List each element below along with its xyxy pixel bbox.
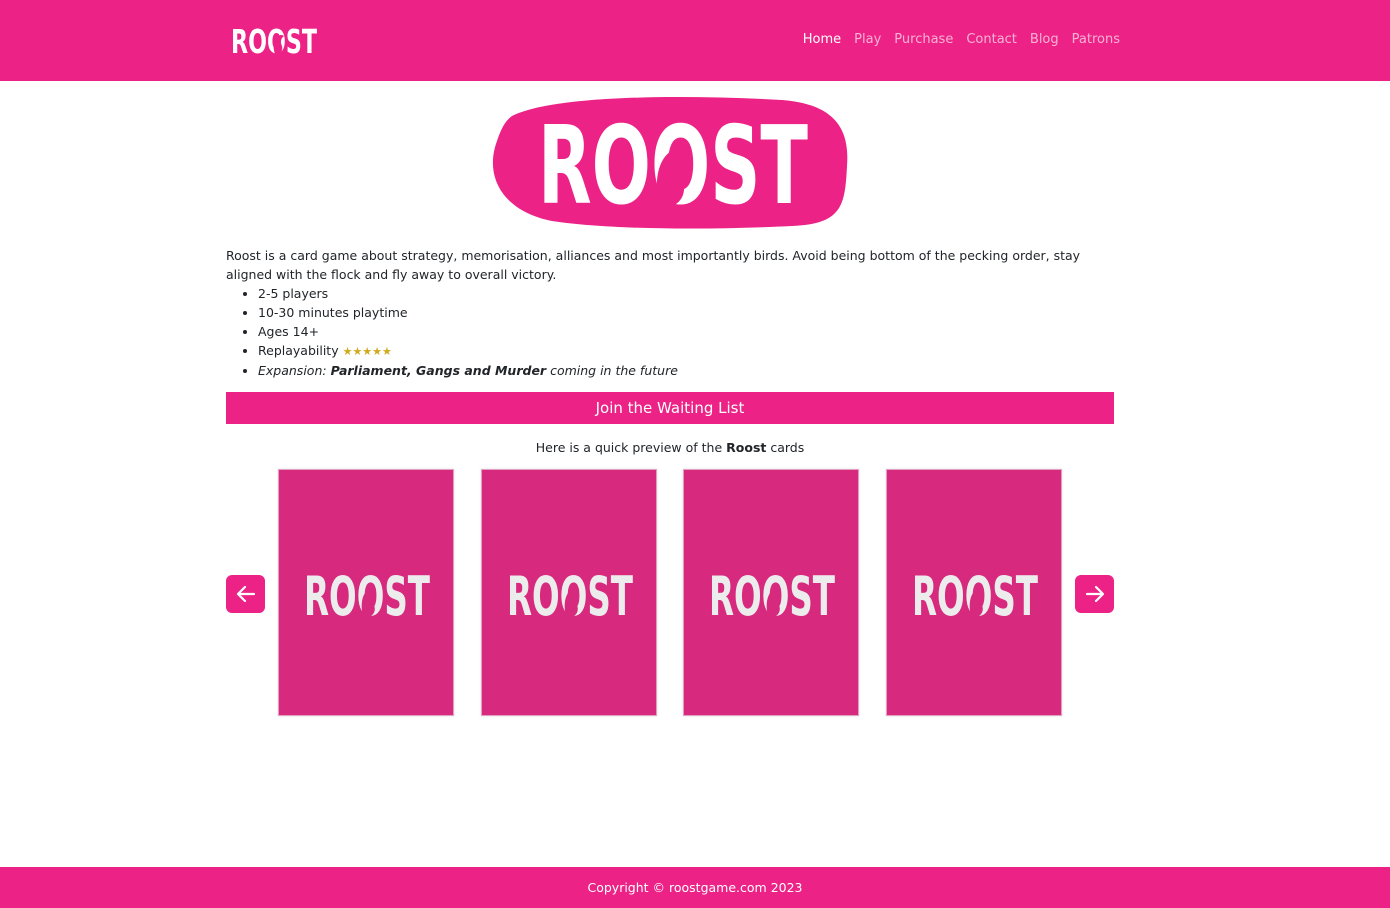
footer: Copyright © roostgame.com 2023 [0, 867, 1390, 908]
card-preview[interactable]: ROOST [481, 469, 657, 716]
feature-expansion: Expansion: Parliament, Gangs and Murder … [258, 361, 1114, 380]
feature-playtime: 10-30 minutes playtime [258, 303, 1114, 322]
feature-ages: Ages 14+ [258, 322, 1114, 341]
copyright-text: Copyright © roostgame.com 2023 [587, 880, 803, 895]
card-preview[interactable]: ROOST [886, 469, 1062, 716]
preview-suffix: cards [770, 440, 805, 455]
card-logo-icon: ROOST [507, 565, 633, 628]
feature-players: 2-5 players [258, 284, 1114, 303]
brand-logo-text: ROOST [231, 24, 317, 56]
navbar: ROOST Home Play Purchase Contact Blog Pa… [0, 0, 1390, 81]
star-rating: ★★★★★ [342, 345, 392, 358]
feature-replayability: Replayability ★★★★★ [258, 341, 1114, 361]
roost-logo-icon: ROOST [231, 24, 317, 56]
arrow-right-icon [1085, 585, 1104, 603]
expansion-suffix: coming in the future [550, 363, 678, 378]
nav-links: Home Play Purchase Contact Blog Patrons [790, 32, 1120, 47]
hero-logo: ROOST [492, 96, 850, 230]
nav-link-play[interactable]: Play [854, 32, 881, 47]
nav-link-patrons[interactable]: Patrons [1072, 32, 1120, 47]
card-logo-icon: ROOST [912, 565, 1038, 628]
carousel-prev-button[interactable] [226, 575, 265, 613]
nav-link-home[interactable]: Home [803, 32, 841, 47]
nav-link-contact[interactable]: Contact [966, 32, 1017, 47]
card-preview[interactable]: ROOST [278, 469, 454, 716]
nav-link-purchase[interactable]: Purchase [894, 32, 953, 47]
preview-bold: Roost [726, 440, 767, 455]
card-logo-icon: ROOST [304, 565, 430, 628]
nav-link-blog[interactable]: Blog [1030, 32, 1059, 47]
expansion-name: Parliament, Gangs and Murder [330, 363, 547, 378]
card-preview[interactable]: ROOST [683, 469, 859, 716]
replayability-label: Replayability [258, 343, 339, 358]
feature-list: 2-5 players 10-30 minutes playtime Ages … [226, 284, 1114, 380]
logo-blob-icon: ROOST [492, 97, 848, 229]
join-waiting-list-button[interactable]: Join the Waiting List [226, 392, 1114, 424]
card-logo-icon: ROOST [709, 565, 835, 628]
arrow-left-icon [236, 585, 255, 603]
expansion-prefix: Expansion: [258, 363, 327, 378]
carousel-next-button[interactable] [1075, 575, 1114, 613]
preview-prefix: Here is a quick preview of the [535, 440, 723, 455]
intro-section: Roost is a card game about strategy, mem… [226, 246, 1114, 380]
brand-logo[interactable]: ROOST [231, 23, 317, 57]
preview-caption: Here is a quick preview of the Roost car… [226, 438, 1114, 457]
game-description: Roost is a card game about strategy, mem… [226, 248, 1081, 282]
